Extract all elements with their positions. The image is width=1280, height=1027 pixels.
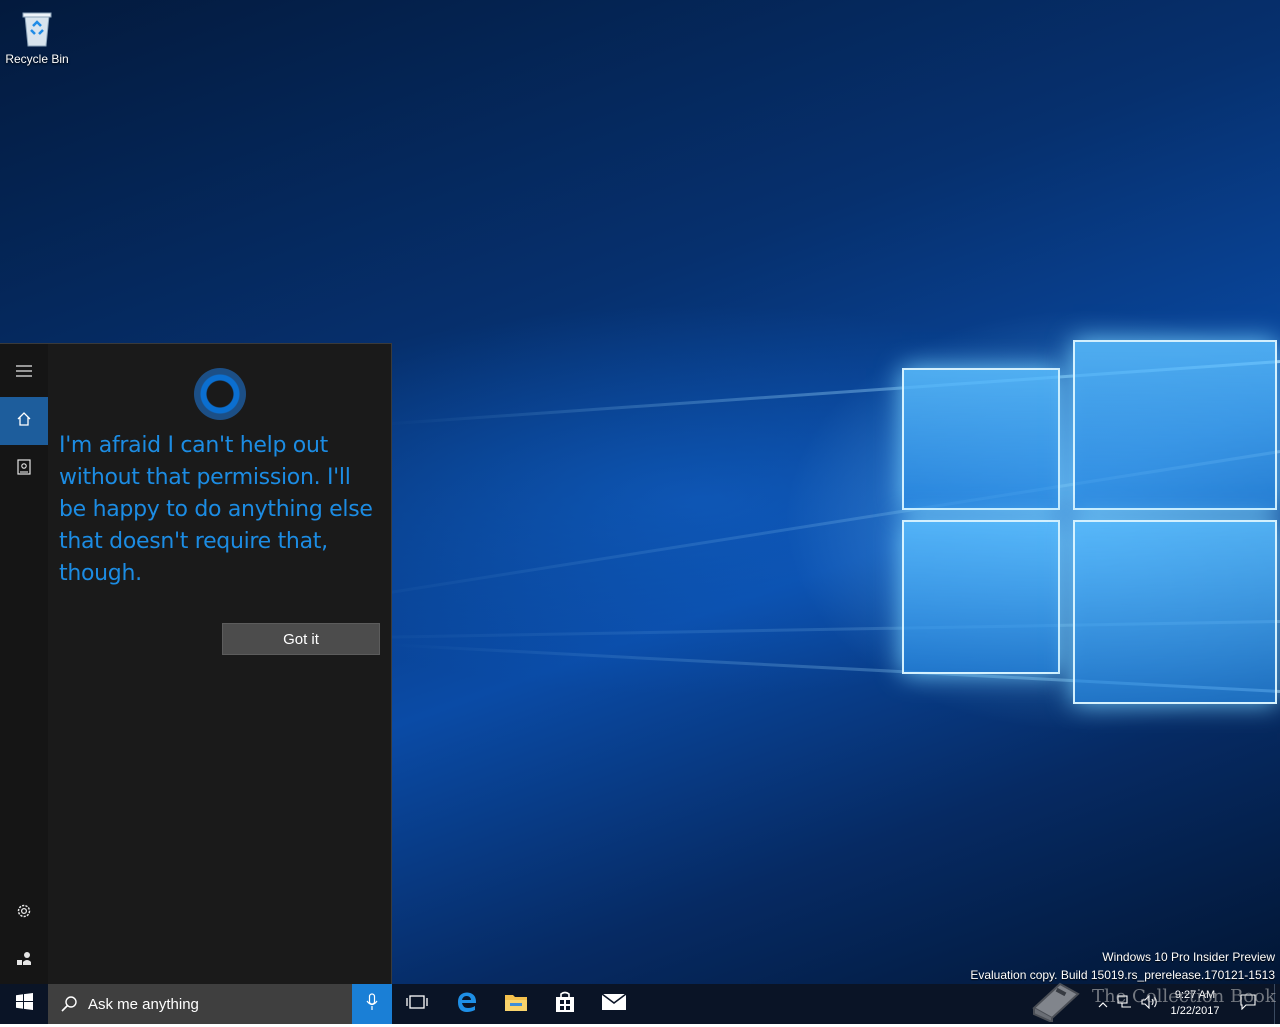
logo-pane-top-left bbox=[902, 368, 1060, 510]
store-button[interactable] bbox=[541, 984, 589, 1024]
folder-icon bbox=[504, 992, 528, 1017]
cortana-logo-icon bbox=[194, 368, 246, 420]
search-placeholder: Ask me anything bbox=[88, 995, 199, 1013]
logo-pane-bottom-right bbox=[1073, 520, 1277, 704]
feedback-button[interactable] bbox=[0, 937, 48, 985]
search-box[interactable]: Ask me anything bbox=[48, 984, 352, 1024]
notebook-icon bbox=[17, 458, 31, 480]
mail-button[interactable] bbox=[590, 984, 638, 1024]
home-icon bbox=[16, 411, 32, 432]
logo-pane-bottom-left bbox=[902, 520, 1060, 674]
recycle-bin-shortcut[interactable]: Recycle Bin bbox=[4, 6, 70, 66]
cortana-rail bbox=[0, 344, 48, 984]
got-it-button[interactable]: Got it bbox=[222, 623, 380, 655]
microphone-icon bbox=[366, 992, 378, 1016]
notebook-button[interactable] bbox=[0, 445, 48, 493]
cortana-message: I'm afraid I can't help out without that… bbox=[59, 433, 373, 586]
edge-button[interactable] bbox=[443, 984, 491, 1024]
store-icon bbox=[554, 991, 576, 1018]
task-view-icon bbox=[406, 994, 428, 1015]
search-icon bbox=[60, 995, 78, 1013]
home-button[interactable] bbox=[0, 397, 48, 445]
book-watermark-text: The Collection Book bbox=[1092, 986, 1276, 1007]
recycle-bin-label: Recycle Bin bbox=[5, 52, 69, 66]
watermark-build: Evaluation copy. Build 15019.rs_prerelea… bbox=[970, 968, 1275, 982]
recycle-bin-icon bbox=[21, 8, 53, 48]
windows-logo-icon bbox=[15, 993, 33, 1015]
cortana-panel: I'm afraid I can't help out without that… bbox=[0, 343, 392, 984]
menu-button[interactable] bbox=[0, 349, 48, 397]
taskbar: Ask me anything 9:27 AM 1/22/2017 bbox=[0, 984, 1280, 1024]
edge-icon bbox=[456, 991, 478, 1018]
hamburger-icon bbox=[16, 364, 32, 382]
logo-pane-top-right bbox=[1073, 340, 1277, 510]
task-view-button[interactable] bbox=[394, 984, 440, 1024]
microphone-button[interactable] bbox=[352, 984, 392, 1024]
watermark-edition: Windows 10 Pro Insider Preview bbox=[1102, 950, 1275, 964]
book-watermark-icon bbox=[1030, 978, 1082, 1027]
gear-icon bbox=[15, 902, 33, 925]
settings-button[interactable] bbox=[0, 889, 48, 937]
feedback-icon bbox=[15, 950, 33, 973]
mail-icon bbox=[601, 992, 627, 1016]
start-button[interactable] bbox=[0, 984, 48, 1024]
evaluation-watermark: Windows 10 Pro Insider Preview Evaluatio… bbox=[970, 948, 1275, 984]
file-explorer-button[interactable] bbox=[492, 984, 540, 1024]
